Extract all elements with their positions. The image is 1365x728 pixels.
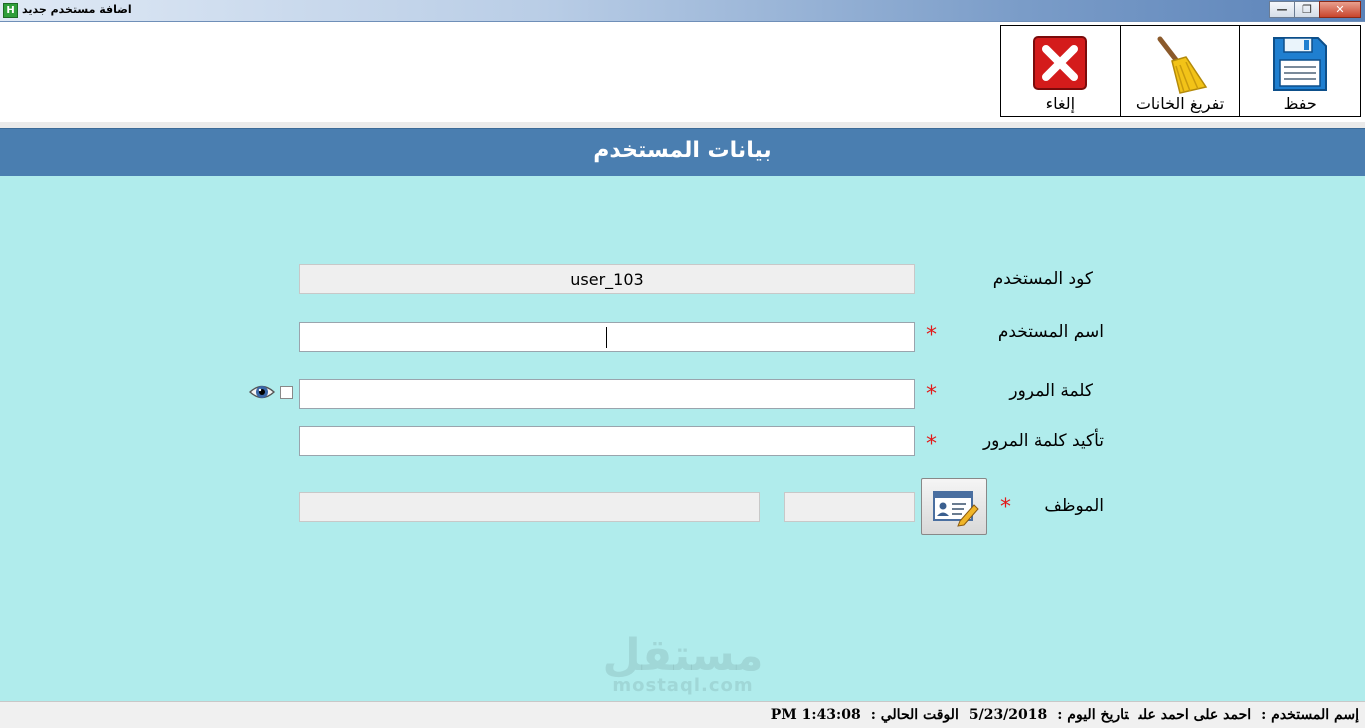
password-required-mark: *: [926, 382, 937, 407]
password-input[interactable]: [299, 379, 915, 409]
employee-required-mark: *: [1000, 495, 1011, 520]
username-label: اسم المستخدم: [997, 322, 1104, 342]
save-button[interactable]: حفظ: [1240, 26, 1360, 116]
cancel-label: إلغاء: [1045, 94, 1076, 113]
status-time-value: 1:43:08 PM: [770, 707, 861, 723]
app-icon: H: [3, 3, 18, 18]
employee-name-field: [299, 492, 760, 522]
window-title-bar: H اضافة مستخدم جديد — ❐ ✕: [0, 0, 1365, 22]
status-line: إسم المستخدم : احمد على احمد على تاريخ الي…: [761, 707, 1359, 723]
text-caret: [606, 327, 607, 348]
clear-fields-button[interactable]: تفريغ الخانات: [1121, 26, 1241, 116]
save-label: حفظ: [1283, 94, 1317, 113]
window-title: اضافة مستخدم جديد: [22, 3, 132, 16]
confirm-password-label: تأكيد كلمة المرور: [982, 431, 1104, 451]
watermark: مستقل mostaql.com: [598, 630, 768, 696]
employee-label: الموظف: [1044, 496, 1104, 516]
window-controls: — ❐ ✕: [1269, 1, 1361, 19]
user-code-value: user_103: [570, 270, 644, 289]
status-time-label: الوقت الحالي :: [870, 707, 959, 723]
employee-code-field: [784, 492, 915, 522]
close-window-button[interactable]: ✕: [1319, 1, 1361, 18]
cancel-x-icon: [1033, 36, 1088, 90]
username-required-mark: *: [926, 323, 937, 348]
floppy-disk-icon: [1273, 37, 1328, 91]
broom-icon: [1157, 36, 1208, 94]
confirm-password-required-mark: *: [926, 432, 937, 457]
eye-icon: [249, 385, 275, 399]
status-date-label: تاريخ اليوم :: [1057, 707, 1129, 723]
status-user-value: احمد على احمد على: [1138, 707, 1252, 723]
status-bar: إسم المستخدم : احمد على احمد على تاريخ الي…: [0, 701, 1365, 728]
restore-button[interactable]: ❐: [1294, 1, 1320, 18]
show-password-checkbox[interactable]: [280, 386, 293, 399]
password-label: كلمة المرور: [1009, 381, 1093, 401]
username-input[interactable]: [299, 322, 915, 352]
section-header: بيانات المستخدم: [0, 128, 1365, 176]
employee-card-edit-icon: [933, 491, 979, 527]
toolbar: إلغاء تفريغ الخانات حفظ: [1000, 25, 1361, 117]
section-title: بيانات المستخدم: [593, 138, 772, 163]
status-user-label: إسم المستخدم :: [1261, 707, 1359, 723]
user-code-label: كود المستخدم: [992, 269, 1093, 289]
select-employee-button[interactable]: [921, 478, 987, 535]
minimize-button[interactable]: —: [1269, 1, 1295, 18]
cancel-button[interactable]: إلغاء: [1001, 26, 1121, 116]
status-date-value: 5/23/2018: [968, 707, 1048, 723]
clear-fields-label: تفريغ الخانات: [1135, 94, 1225, 113]
confirm-password-input[interactable]: [299, 426, 915, 456]
user-code-field: user_103: [299, 264, 915, 294]
watermark-arabic: مستقل: [602, 630, 764, 681]
watermark-latin: mostaql.com: [612, 675, 754, 696]
